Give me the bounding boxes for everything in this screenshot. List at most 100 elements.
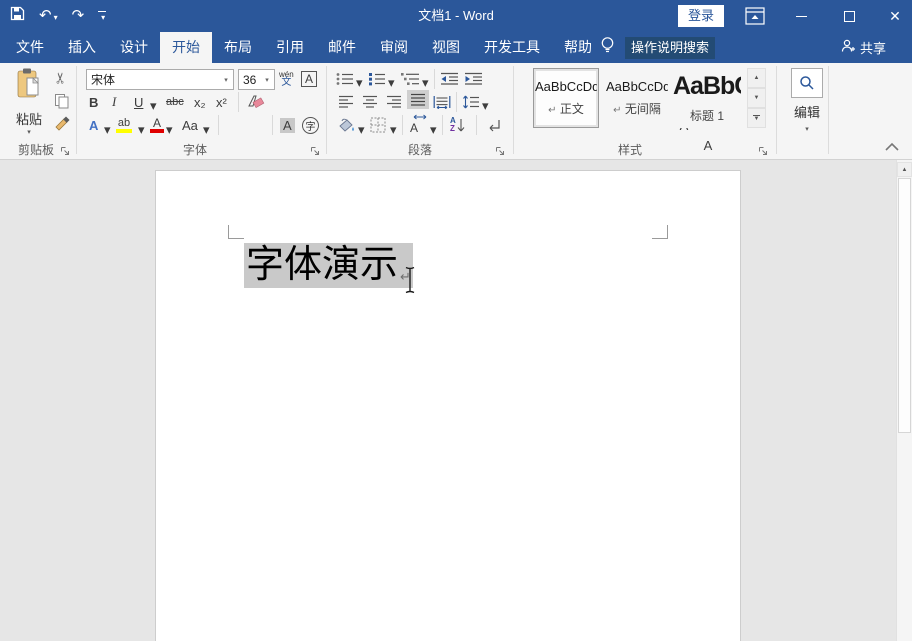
styles-scroll-down-icon[interactable]: ▼ bbox=[747, 88, 766, 108]
underline-caret-icon[interactable]: ▾ bbox=[150, 96, 157, 116]
font-name-combo[interactable]: 宋体 ▾ bbox=[86, 69, 234, 90]
subscript-button[interactable]: x₂ bbox=[194, 92, 206, 112]
numbering-icon[interactable] bbox=[368, 69, 386, 89]
paste-button[interactable]: 粘贴 ▾ bbox=[8, 67, 50, 135]
paragraph-divider bbox=[402, 115, 403, 135]
shrink-font-button[interactable]: A bbox=[252, 135, 912, 155]
borders-caret-icon[interactable]: ▾ bbox=[390, 120, 397, 140]
borders-icon[interactable] bbox=[370, 115, 386, 135]
ribbon-display-options-icon[interactable] bbox=[745, 7, 765, 25]
line-spacing-caret-icon[interactable]: ▾ bbox=[482, 96, 489, 116]
highlight-button[interactable]: ab bbox=[116, 115, 132, 135]
lightbulb-icon bbox=[600, 36, 615, 59]
tab-review[interactable]: 审阅 bbox=[368, 32, 420, 63]
bullets-caret-icon[interactable]: ▾ bbox=[356, 73, 363, 93]
clear-formatting-icon[interactable] bbox=[246, 92, 266, 112]
shading-caret-icon[interactable]: ▾ bbox=[358, 120, 365, 140]
character-border-button[interactable]: A bbox=[301, 69, 317, 89]
tab-insert[interactable]: 插入 bbox=[56, 32, 108, 63]
asian-layout-button[interactable]: A bbox=[410, 115, 418, 135]
style-heading1[interactable]: AaBbCcDd 标题 1 bbox=[672, 68, 742, 128]
tab-layout[interactable]: 布局 bbox=[212, 32, 264, 63]
style-no-spacing[interactable]: AaBbCcDd ↵ 无间隔 bbox=[604, 68, 670, 128]
document-page[interactable] bbox=[155, 170, 741, 641]
maximize-button[interactable] bbox=[832, 0, 866, 32]
signin-button[interactable]: 登录 bbox=[678, 5, 724, 27]
styles-dialog-launcher-icon[interactable] bbox=[758, 143, 768, 153]
tab-design[interactable]: 设计 bbox=[108, 32, 160, 63]
styles-group-label: 样式 bbox=[595, 141, 665, 158]
tab-help[interactable]: 帮助 bbox=[552, 32, 604, 63]
character-shading-button[interactable]: A bbox=[280, 115, 295, 135]
font-size-combo[interactable]: 36 ▾ bbox=[238, 69, 275, 90]
italic-button[interactable]: I bbox=[112, 92, 116, 112]
decrease-indent-icon[interactable] bbox=[440, 69, 459, 89]
font-color-caret-icon[interactable]: ▾ bbox=[166, 120, 173, 140]
collapse-ribbon-icon[interactable] bbox=[884, 139, 900, 157]
sort-arrow-icon bbox=[457, 118, 465, 133]
bullets-icon[interactable] bbox=[336, 69, 354, 89]
cut-icon[interactable]: ✂ bbox=[51, 72, 69, 85]
bold-button[interactable]: B bbox=[89, 92, 98, 112]
align-left-icon[interactable] bbox=[338, 92, 354, 112]
vertical-scrollbar[interactable]: ▲ bbox=[896, 160, 912, 641]
tab-mailings[interactable]: 邮件 bbox=[316, 32, 368, 63]
enclose-characters-button[interactable]: 字 bbox=[302, 115, 319, 135]
minimize-button[interactable] bbox=[784, 0, 818, 32]
scrollbar-thumb[interactable] bbox=[898, 178, 911, 433]
sort-z-label: Z bbox=[450, 125, 456, 133]
style-name: ↵ 正文 bbox=[548, 100, 584, 117]
copy-icon[interactable] bbox=[54, 93, 70, 114]
tab-view[interactable]: 视图 bbox=[420, 32, 472, 63]
highlight-caret-icon[interactable]: ▾ bbox=[138, 120, 145, 140]
underline-button[interactable]: U bbox=[134, 92, 143, 112]
asian-layout-caret-icon[interactable]: ▾ bbox=[430, 120, 437, 140]
numbering-caret-icon[interactable]: ▾ bbox=[388, 73, 395, 93]
enclose-characters-label: 字 bbox=[302, 117, 319, 134]
window-title: 文档1 - Word bbox=[0, 0, 912, 32]
justify-icon[interactable] bbox=[407, 90, 429, 109]
align-right-icon[interactable] bbox=[386, 92, 402, 112]
scroll-up-icon[interactable]: ▲ bbox=[897, 162, 912, 177]
clipboard-dialog-launcher-icon[interactable] bbox=[60, 143, 70, 153]
paragraph-divider bbox=[434, 69, 435, 89]
font-color-bar bbox=[150, 129, 164, 133]
ribbon-tabs: 文件 插入 设计 开始 布局 引用 邮件 审阅 视图 开发工具 帮助 bbox=[4, 32, 604, 63]
multilevel-list-icon[interactable] bbox=[400, 69, 420, 89]
text-cursor-ibeam bbox=[404, 266, 416, 299]
sort-button[interactable]: AZ bbox=[450, 115, 465, 135]
change-case-button[interactable]: Aa bbox=[182, 115, 198, 135]
tab-home[interactable]: 开始 bbox=[160, 32, 212, 63]
tab-references[interactable]: 引用 bbox=[264, 32, 316, 63]
styles-scroll-up-icon[interactable]: ▲ bbox=[747, 68, 766, 88]
tab-developer[interactable]: 开发工具 bbox=[472, 32, 552, 63]
tab-file[interactable]: 文件 bbox=[4, 32, 56, 63]
font-color-button[interactable]: A bbox=[150, 115, 164, 135]
strikethrough-button[interactable]: abc bbox=[166, 92, 184, 112]
word-window: ↶▾ ↷ ▾ 文档1 - Word 登录 ✕ 文件 插入 设计 开始 布局 引用… bbox=[0, 0, 912, 641]
paragraph-divider bbox=[476, 115, 477, 135]
text-effects-caret-icon[interactable]: ▾ bbox=[104, 120, 111, 140]
line-spacing-icon[interactable] bbox=[462, 92, 480, 112]
character-border-label: A bbox=[301, 71, 317, 87]
change-case-caret-icon[interactable]: ▾ bbox=[203, 120, 210, 140]
styles-more-icon[interactable]: ▼ bbox=[747, 108, 766, 128]
text-effects-button[interactable]: A bbox=[89, 115, 98, 135]
format-painter-icon[interactable] bbox=[54, 115, 71, 137]
paragraph-dialog-launcher-icon[interactable] bbox=[495, 143, 505, 153]
show-hide-marks-icon[interactable] bbox=[486, 115, 502, 135]
phonetic-guide-button[interactable]: wén文 bbox=[279, 69, 294, 89]
increase-indent-icon[interactable] bbox=[464, 69, 483, 89]
tell-me-search[interactable]: 操作说明搜索 bbox=[625, 37, 715, 59]
shading-bucket-icon[interactable] bbox=[336, 115, 356, 135]
pilcrow-icon: ↵ bbox=[613, 105, 621, 116]
share-cluster[interactable]: 共享 bbox=[840, 32, 886, 63]
font-dialog-launcher-icon[interactable] bbox=[310, 143, 320, 153]
align-center-icon[interactable] bbox=[362, 92, 378, 112]
style-normal[interactable]: AaBbCcDd ↵ 正文 bbox=[533, 68, 599, 128]
edit-menu-button[interactable]: 编辑 ▾ bbox=[786, 68, 828, 133]
close-button[interactable]: ✕ bbox=[878, 0, 912, 32]
distribute-icon[interactable] bbox=[433, 92, 451, 112]
superscript-button[interactable]: x² bbox=[216, 92, 227, 112]
selected-text-run[interactable]: 字体演示 ↵ bbox=[244, 243, 413, 288]
